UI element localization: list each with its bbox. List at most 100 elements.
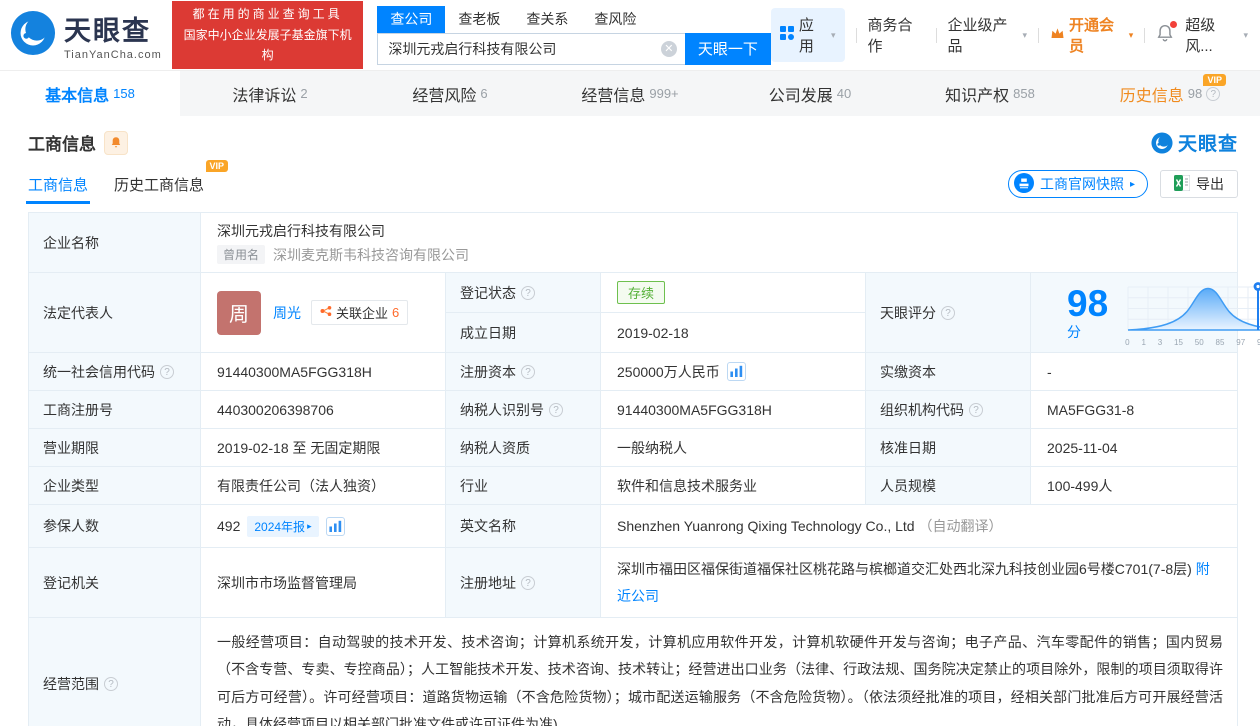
- network-icon: [320, 305, 332, 320]
- tab-intellectual-property[interactable]: 知识产权 858: [900, 71, 1080, 116]
- question-circle-icon[interactable]: ?: [969, 402, 983, 417]
- question-circle-icon[interactable]: ?: [160, 364, 174, 379]
- tab-history-info[interactable]: VIP 历史信息 98 ?: [1080, 71, 1260, 116]
- search-tab-relation[interactable]: 查关系: [513, 6, 581, 33]
- excel-icon: [1173, 174, 1191, 194]
- subtab-history-business-info[interactable]: VIP 历史工商信息: [114, 160, 229, 204]
- field-label-credit-code: 统一社会信用代码?: [28, 352, 201, 391]
- watermark-text: 天眼查: [1177, 134, 1238, 155]
- apps-menu[interactable]: 应用 ▾: [770, 8, 845, 62]
- chevron-down-icon: ▾: [1022, 29, 1028, 40]
- field-label-paid-capital: 实缴资本: [865, 352, 1031, 391]
- legal-rep-avatar[interactable]: 周: [217, 290, 261, 335]
- tab-basic-info[interactable]: 基本信息 158: [0, 71, 180, 116]
- field-label-english-name: 英文名称: [445, 504, 601, 548]
- question-circle-icon[interactable]: ?: [521, 285, 535, 300]
- chevron-right-icon: ▸: [307, 520, 312, 531]
- auto-translate-note: （自动翻译）: [918, 518, 1003, 534]
- tab-count: 6: [480, 86, 488, 101]
- tab-label: 基本信息: [45, 87, 110, 105]
- tab-operating-risk[interactable]: 经营风险 6: [360, 71, 540, 116]
- reg-authority: 深圳市市场监督管理局: [200, 546, 446, 619]
- slogan-line2: 国家中小企业发展子基金旗下机构: [183, 27, 352, 63]
- field-label-reg-status: 登记状态?: [445, 272, 601, 313]
- search-tab-risk[interactable]: 查风险: [581, 6, 649, 33]
- related-companies-count: 6: [392, 305, 400, 320]
- industry: 软件和信息技术服务业: [600, 466, 866, 505]
- company-tab-bar: 基本信息 158 法律诉讼 2 经营风险 6 经营信息 999+ 公司发展 40…: [0, 70, 1260, 116]
- staff-size: 100-499人: [1030, 466, 1238, 505]
- field-label-score: 天眼评分?: [865, 272, 1031, 353]
- notification-dot: [1170, 20, 1178, 28]
- watermark-logo: 天眼查: [1151, 129, 1238, 156]
- tab-company-development[interactable]: 公司发展 40: [720, 71, 900, 116]
- site-header: 天眼查 TianYanCha.com 都在用的商业查询工具 国家中小企业发展子基…: [0, 0, 1260, 70]
- monitor-bell-icon[interactable]: [104, 130, 128, 155]
- field-label-authority: 登记机关: [28, 546, 201, 619]
- score-unit: 分: [1067, 324, 1081, 340]
- search-tab-boss[interactable]: 查老板: [445, 6, 513, 33]
- score-bell-chart: 01 315 5085 9799 100: [1124, 280, 1260, 347]
- export-button[interactable]: 导出: [1160, 170, 1238, 198]
- question-circle-icon[interactable]: ?: [521, 575, 535, 590]
- divider: [855, 27, 857, 43]
- field-label-scope: 经营范围?: [28, 617, 201, 726]
- clear-icon[interactable]: ✕: [660, 40, 677, 57]
- tianyan-score: 98分 0 1 3 15 50 85 97 9: [1047, 276, 1260, 349]
- trend-chart-icon[interactable]: [325, 516, 345, 536]
- snapshot-label: 工商官网快照: [1039, 176, 1124, 192]
- question-circle-icon[interactable]: ?: [941, 305, 955, 320]
- tab-label: 公司发展: [768, 87, 833, 105]
- legal-rep-name-link[interactable]: 周光: [273, 303, 301, 323]
- tab-label: 知识产权: [945, 87, 1010, 105]
- tab-business-info[interactable]: 经营信息 999+: [540, 71, 720, 116]
- logo-domain: TianYanCha.com: [64, 49, 162, 61]
- field-label-established: 成立日期: [445, 312, 601, 353]
- question-circle-icon[interactable]: ?: [104, 676, 118, 691]
- field-label-tax-quality: 纳税人资质: [445, 428, 601, 467]
- chevron-down-icon: ▾: [831, 29, 836, 40]
- trend-chart-icon[interactable]: [726, 362, 746, 381]
- question-circle-icon[interactable]: ?: [521, 364, 535, 379]
- tianyancha-logo-icon: [10, 10, 56, 61]
- slogan-line1: 都在用的商业查询工具: [192, 7, 343, 22]
- business-scope: 一般经营项目：自动驾驶的技术开发、技术咨询；计算机系统开发，计算机应用软件开发，…: [200, 617, 1238, 726]
- reg-capital: 250000万人民币: [617, 363, 720, 380]
- question-circle-icon[interactable]: ?: [1206, 86, 1221, 101]
- nav-open-vip[interactable]: 开通会员 ▾: [1050, 14, 1133, 56]
- business-info-table: 企业名称 深圳元戎启行科技有限公司 曾用名 深圳麦克斯韦科技咨询有限公司 法定代…: [0, 204, 1260, 726]
- company-type: 有限责任公司（法人独资）: [200, 466, 446, 505]
- tab-label: 经营风险: [412, 87, 477, 105]
- company-name: 深圳元戎启行科技有限公司: [217, 223, 385, 240]
- reg-no: 440300206398706: [200, 390, 446, 429]
- annual-report-badge[interactable]: 2024年报 ▸: [247, 515, 319, 537]
- divider: [1038, 27, 1039, 43]
- established-date: 2019-02-18: [600, 312, 866, 353]
- chevron-right-icon: ▸: [1129, 178, 1135, 190]
- question-circle-icon[interactable]: ?: [549, 402, 563, 417]
- search-button[interactable]: 天眼一下: [684, 32, 771, 65]
- official-snapshot-button[interactable]: 工商官网快照 ▸: [1007, 170, 1148, 198]
- nav-user-menu[interactable]: 超级风... ▾: [1185, 14, 1248, 56]
- tab-count: 2: [300, 86, 308, 101]
- tab-count: 98: [1187, 86, 1203, 101]
- status-badge: 存续: [617, 281, 666, 304]
- related-companies-badge[interactable]: 关联企业 6: [311, 300, 409, 325]
- stamp-icon: [1013, 172, 1034, 196]
- field-label-reg-capital: 注册资本?: [445, 352, 601, 391]
- subtab-business-info[interactable]: 工商信息: [25, 174, 91, 204]
- field-label-term: 营业期限: [28, 428, 201, 467]
- search-tab-company[interactable]: 查公司: [377, 5, 446, 33]
- tianyancha-logo[interactable]: 天眼查 TianYanCha.com: [10, 9, 162, 61]
- nav-enterprise[interactable]: 企业级产品 ▾: [948, 14, 1027, 56]
- search-tabs: 查公司 查老板 查关系 查风险: [377, 5, 771, 33]
- nav-user-label: 超级风...: [1185, 17, 1216, 55]
- tab-legal-proceedings[interactable]: 法律诉讼 2: [180, 71, 360, 116]
- english-name: Shenzhen Yuanrong Qixing Technology Co.,…: [617, 518, 915, 534]
- nav-cooperation[interactable]: 商务合作: [868, 14, 925, 56]
- org-code: MA5FGG31-8: [1030, 390, 1238, 429]
- notification-bell-icon[interactable]: [1156, 20, 1178, 47]
- annual-report-label: 2024年报: [254, 519, 306, 534]
- field-label-industry: 行业: [445, 466, 601, 505]
- search-input[interactable]: [377, 32, 685, 65]
